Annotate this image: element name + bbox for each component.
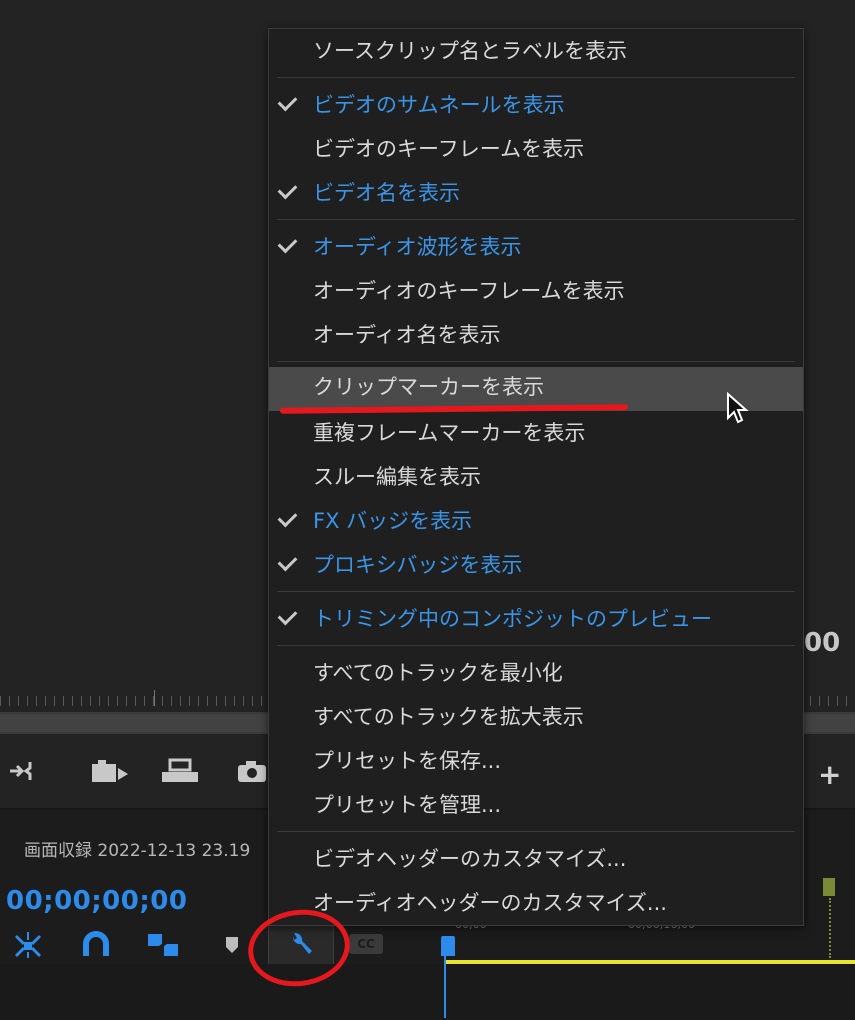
menu-item-show-video-names[interactable]: ビデオ名を表示 [269,173,803,213]
checkmark-icon [277,91,298,112]
timeline-track-area[interactable] [0,964,855,1018]
checkmark-icon [277,551,298,572]
plus-icon[interactable]: + [818,758,841,791]
monitor-timecode-fragment: 00 [804,628,841,658]
menu-separator [277,645,795,646]
menu-item-show-source-clip-name[interactable]: ソースクリップ名とラベルを表示 [269,31,803,71]
menu-item-show-through-edits[interactable]: スルー編集を表示 [269,457,803,497]
cc-icon[interactable]: CC [349,934,383,954]
menu-item-show-audio-keyframes[interactable]: オーディオのキーフレームを表示 [269,271,803,311]
marker-icon[interactable] [224,934,240,964]
marker-guide [829,898,833,958]
export-frame-icon[interactable] [160,758,200,784]
overwrite-icon[interactable] [90,758,130,784]
menu-separator [277,361,795,362]
insert-icon[interactable] [8,758,42,784]
checkmark-icon [277,507,298,528]
menu-item-customize-video-header[interactable]: ビデオヘッダーのカスタマイズ... [269,839,803,879]
work-area-bar[interactable] [446,960,855,964]
sequence-title[interactable]: 画面収録 2022-12-13 23.19 [24,836,250,861]
magnet-icon[interactable] [82,930,110,960]
checkmark-icon [277,605,298,626]
snap-icon[interactable] [12,930,44,960]
menu-item-show-proxy-badges[interactable]: プロキシバッジを表示 [269,545,803,585]
menu-item-manage-presets[interactable]: プリセットを管理... [269,785,803,825]
menu-item-show-audio-waveform[interactable]: オーディオ波形を表示 [269,227,803,267]
menu-item-show-video-keyframes[interactable]: ビデオのキーフレームを表示 [269,129,803,169]
menu-separator [277,591,795,592]
linked-selection-icon[interactable] [146,930,180,960]
menu-separator [277,831,795,832]
menu-item-expand-all-tracks[interactable]: すべてのトラックを拡大表示 [269,697,803,737]
timeline-settings-menu: ソースクリップ名とラベルを表示 ビデオのサムネールを表示 ビデオのキーフレームを… [268,28,804,926]
mouse-cursor-icon [726,391,750,432]
menu-item-show-fx-badges[interactable]: FX バッジを表示 [269,501,803,541]
menu-item-customize-audio-header[interactable]: オーディオヘッダーのカスタマイズ... [269,883,803,923]
menu-item-show-audio-names[interactable]: オーディオ名を表示 [269,315,803,355]
sequence-marker[interactable] [823,878,835,896]
menu-item-show-duplicate-frame-markers[interactable]: 重複フレームマーカーを表示 [269,413,803,453]
menu-item-composite-preview-during-trim[interactable]: トリミング中のコンポジットのプレビュー [269,599,803,639]
checkmark-icon [277,179,298,200]
menu-item-show-video-thumbnails[interactable]: ビデオのサムネールを表示 [269,85,803,125]
menu-item-minimize-all-tracks[interactable]: すべてのトラックを最小化 [269,653,803,693]
menu-item-save-preset[interactable]: プリセットを保存... [269,741,803,781]
checkmark-icon [277,233,298,254]
playhead[interactable] [441,936,455,956]
timeline-timecode[interactable]: 00;00;00;00 [6,886,187,916]
menu-separator [277,77,795,78]
camera-icon[interactable] [236,758,268,784]
menu-separator [277,219,795,220]
